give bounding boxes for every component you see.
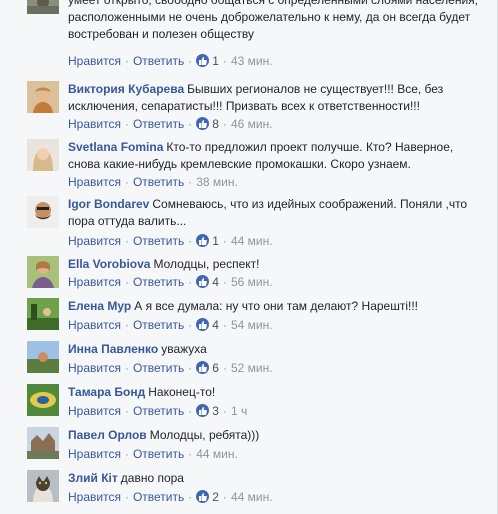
- comment-actions: Нравится · Ответить · 8 · 46 мин.: [68, 117, 273, 131]
- comment-body: Ella Vorobiova Молодцы, респект!: [68, 256, 484, 273]
- comment-text: уважуха: [161, 342, 207, 356]
- timestamp[interactable]: 38 мин.: [196, 175, 238, 189]
- avatar[interactable]: [27, 298, 59, 330]
- comment-author[interactable]: Igor Bondarev: [68, 197, 149, 211]
- avatar[interactable]: [27, 0, 59, 14]
- like-link[interactable]: Нравится: [68, 117, 121, 131]
- reply-link[interactable]: Ответить: [133, 447, 184, 461]
- comment-actions: Нравится · Ответить · 4 · 56 мин.: [68, 275, 273, 289]
- like-count[interactable]: 4: [212, 275, 219, 289]
- like-count[interactable]: 4: [212, 318, 219, 332]
- comment-feed: умеет открыто, свободно общаться с опред…: [0, 0, 498, 514]
- like-link[interactable]: Нравится: [68, 447, 121, 461]
- like-count[interactable]: 1: [212, 54, 219, 68]
- like-icon: [196, 117, 210, 130]
- comment-author[interactable]: Злий Кiт: [68, 471, 118, 485]
- comment-body: Елена Мур А я все думала: ну что они там …: [68, 298, 484, 315]
- comment-text: А я все думала: ну что они там делают? Н…: [134, 299, 419, 313]
- comment-actions: Нравится · Ответить · 1 · 44 мин.: [68, 234, 273, 248]
- avatar[interactable]: [27, 384, 59, 416]
- comment-body: Павел Орлов Молодцы, ребята))): [68, 427, 484, 444]
- comment-text: Молодцы, ребята))): [149, 428, 260, 442]
- comment-body: Тамара Бонд Наконец-то!: [68, 384, 484, 401]
- comment-author[interactable]: Елена Мур: [68, 299, 131, 313]
- like-count[interactable]: 3: [212, 404, 219, 418]
- timestamp[interactable]: 54 мин.: [231, 318, 273, 332]
- like-icon: [196, 490, 210, 503]
- like-count[interactable]: 1: [212, 234, 219, 248]
- reply-link[interactable]: Ответить: [133, 404, 184, 418]
- comment-body: Виктория Кубарева Бывших регионалов не су…: [68, 81, 484, 115]
- like-count[interactable]: 6: [212, 361, 219, 375]
- avatar[interactable]: [27, 81, 59, 113]
- like-link[interactable]: Нравится: [68, 361, 121, 375]
- like-link[interactable]: Нравится: [68, 175, 121, 189]
- like-icon: [196, 318, 210, 331]
- like-link[interactable]: Нравится: [68, 318, 121, 332]
- like-count[interactable]: 8: [212, 117, 219, 131]
- comment-actions: Нравится · Ответить · 1 · 43 мин.: [68, 54, 273, 68]
- like-link[interactable]: Нравится: [68, 275, 121, 289]
- timestamp[interactable]: 46 мин.: [231, 117, 273, 131]
- avatar[interactable]: [27, 256, 59, 288]
- reply-link[interactable]: Ответить: [133, 490, 184, 504]
- comment-actions: Нравится · Ответить · 2 · 44 мин.: [68, 490, 273, 504]
- like-count[interactable]: 2: [212, 490, 219, 504]
- comment-author[interactable]: Ella Vorobiova: [68, 257, 150, 271]
- timestamp[interactable]: 52 мин.: [231, 361, 273, 375]
- like-icon: [196, 234, 210, 247]
- timestamp[interactable]: 56 мин.: [231, 275, 273, 289]
- avatar[interactable]: [27, 196, 59, 228]
- comment-author[interactable]: Тамара Бонд: [68, 385, 145, 399]
- reply-link[interactable]: Ответить: [133, 361, 184, 375]
- comment-author[interactable]: Павел Орлов: [68, 428, 147, 442]
- avatar[interactable]: [27, 427, 59, 459]
- comment-text: Молодцы, респект!: [153, 257, 260, 271]
- like-icon: [196, 275, 210, 288]
- comment-author[interactable]: Инна Павленко: [68, 342, 158, 356]
- comment-text: Наконец-то!: [148, 385, 216, 399]
- comment-author[interactable]: Svetlana Fomina: [68, 140, 163, 154]
- like-link[interactable]: Нравится: [68, 54, 121, 68]
- comment-actions: Нравится · Ответить · 4 · 54 мин.: [68, 318, 273, 332]
- comment-actions: Нравится · Ответить · 38 мин.: [68, 175, 238, 189]
- comment-body: умеет открыто, свободно общаться с опред…: [68, 0, 484, 43]
- comment-text: давно пора: [120, 471, 184, 485]
- comment-body: Svetlana Fomina Кто-то предложил проект п…: [68, 139, 484, 173]
- timestamp[interactable]: 44 мин.: [231, 234, 273, 248]
- comment-body: Злий Кiт давно пора: [68, 470, 484, 487]
- comment-body: Igor Bondarev Сомневаюсь, что из идейных …: [68, 196, 484, 230]
- comment-actions: Нравится · Ответить · 44 мин.: [68, 447, 238, 461]
- like-link[interactable]: Нравится: [68, 234, 121, 248]
- reply-link[interactable]: Ответить: [133, 117, 184, 131]
- like-link[interactable]: Нравится: [68, 490, 121, 504]
- reply-link[interactable]: Ответить: [133, 318, 184, 332]
- timestamp[interactable]: 1 ч: [231, 404, 247, 418]
- reply-link[interactable]: Ответить: [133, 54, 184, 68]
- timestamp[interactable]: 44 мин.: [196, 447, 238, 461]
- comment-body: Инна Павленко уважуха: [68, 341, 484, 358]
- comment-actions: Нравится · Ответить · 6 · 52 мин.: [68, 361, 273, 375]
- like-icon: [196, 404, 210, 417]
- avatar[interactable]: [27, 139, 59, 171]
- comment-text: умеет открыто, свободно общаться с опред…: [68, 0, 479, 41]
- reply-link[interactable]: Ответить: [133, 175, 184, 189]
- like-icon: [196, 361, 210, 374]
- reply-link[interactable]: Ответить: [133, 275, 184, 289]
- comment-actions: Нравится · Ответить · 3 · 1 ч: [68, 404, 248, 418]
- reply-link[interactable]: Ответить: [133, 234, 184, 248]
- comment-author[interactable]: Виктория Кубарева: [68, 82, 184, 96]
- like-link[interactable]: Нравится: [68, 404, 121, 418]
- timestamp[interactable]: 44 мин.: [231, 490, 273, 504]
- timestamp[interactable]: 43 мин.: [231, 54, 273, 68]
- like-icon: [196, 54, 210, 67]
- avatar[interactable]: [27, 341, 59, 373]
- avatar[interactable]: [27, 470, 59, 502]
